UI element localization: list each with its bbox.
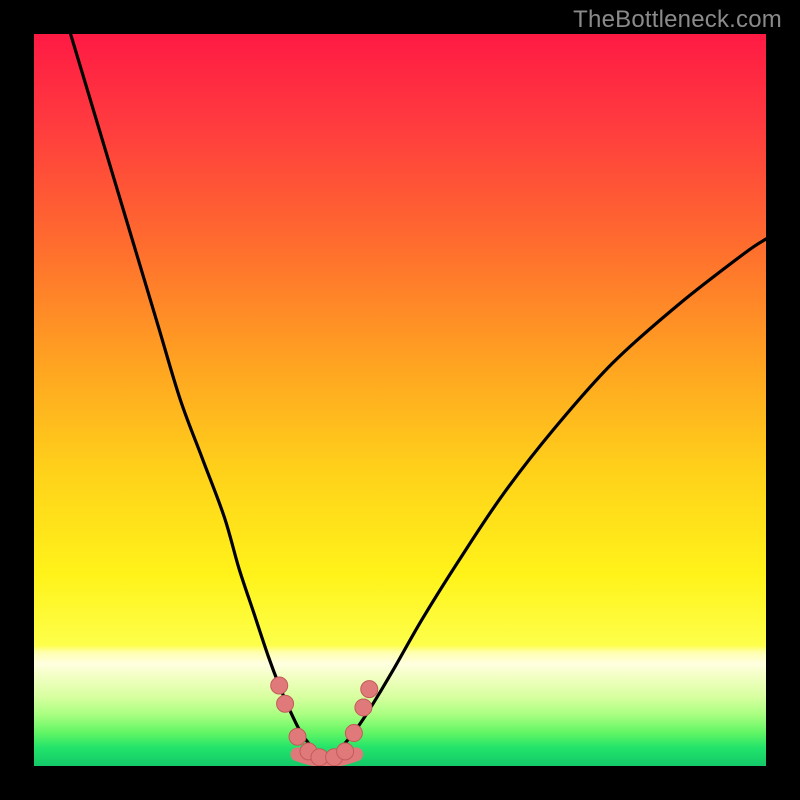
data-marker <box>277 695 294 712</box>
data-marker <box>271 677 288 694</box>
chart-frame: TheBottleneck.com <box>0 0 800 800</box>
data-marker <box>345 725 362 742</box>
data-marker <box>337 743 354 760</box>
data-marker <box>355 699 372 716</box>
watermark-text: TheBottleneck.com <box>573 6 782 34</box>
right-curve <box>341 239 766 748</box>
data-marker <box>361 681 378 698</box>
plot-area <box>34 34 766 766</box>
left-curve <box>71 34 313 748</box>
data-marker <box>289 728 306 745</box>
curves-layer <box>34 34 766 766</box>
